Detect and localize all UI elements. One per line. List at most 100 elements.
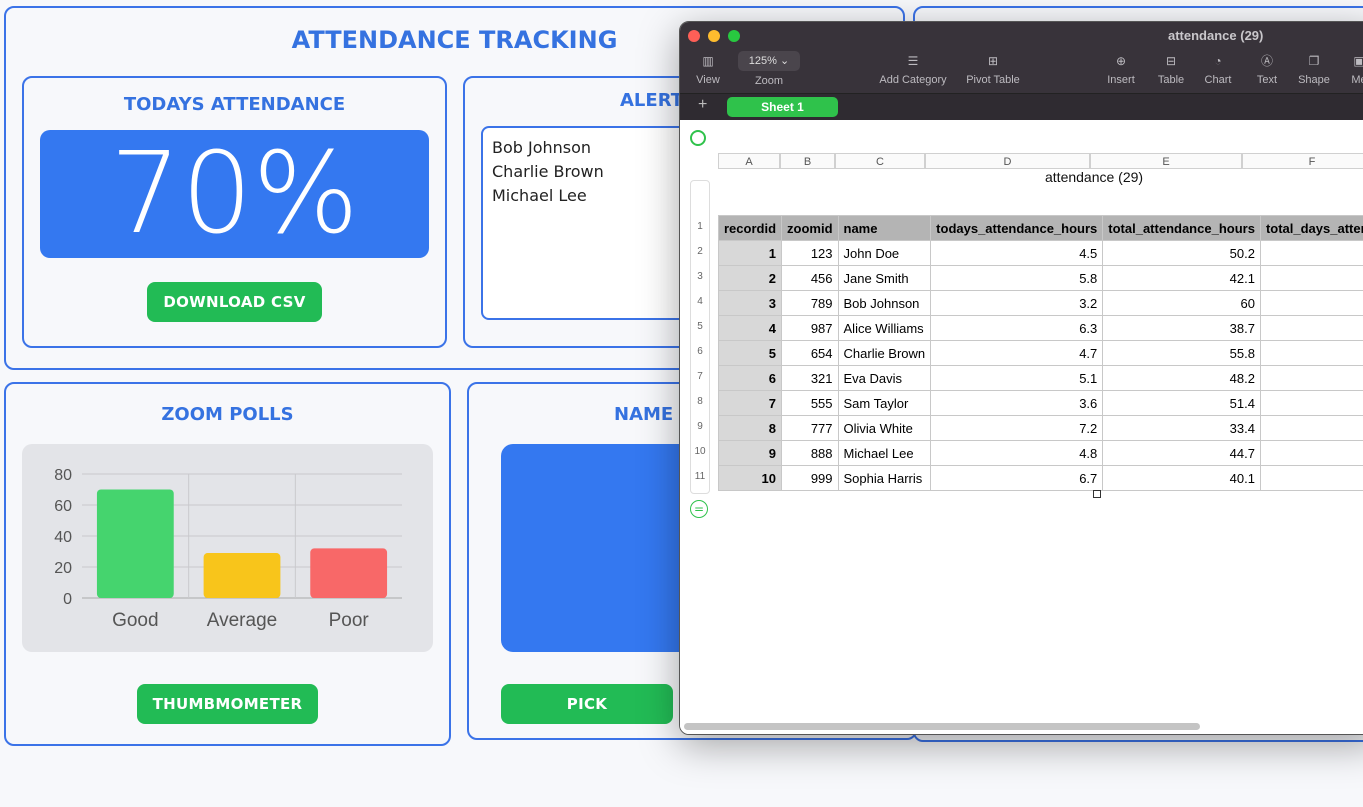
add-sheet-button[interactable]: + — [698, 96, 707, 114]
toolbar-zoom-control[interactable]: 125% ⌄ Zoom — [738, 51, 800, 87]
table-cell[interactable]: Sam Taylor — [837, 390, 932, 416]
table-cell[interactable]: 2 — [717, 265, 783, 291]
table-cell[interactable]: 987 — [781, 315, 839, 341]
row-header[interactable]: 9 — [690, 421, 710, 432]
table-cell[interactable]: 9 — [717, 440, 783, 466]
column-header-d[interactable]: D — [925, 153, 1090, 169]
toolbar-table-button[interactable]: ⊟ Table — [1154, 54, 1188, 86]
table-cell[interactable]: 33.4 — [1102, 415, 1261, 441]
table-cell[interactable]: 321 — [781, 365, 839, 391]
table-cell[interactable]: 10 — [717, 465, 783, 491]
header-cell[interactable]: total_days_attended — [1259, 215, 1363, 241]
row-header[interactable]: 11 — [690, 471, 710, 482]
zoom-select[interactable]: 125% ⌄ — [738, 51, 800, 71]
table-cell[interactable]: Olivia White — [837, 415, 932, 441]
table-cell[interactable]: 5.1 — [930, 365, 1104, 391]
row-header[interactable]: 8 — [690, 396, 710, 407]
toolbar-add-category-button[interactable]: ☰ Add Category — [876, 54, 950, 86]
table-cell[interactable]: 42.1 — [1102, 265, 1261, 291]
column-header-e[interactable]: E — [1090, 153, 1242, 169]
table-cell[interactable]: 777 — [781, 415, 839, 441]
toolbar-text-button[interactable]: Ⓐ Text — [1250, 54, 1284, 86]
row-header[interactable]: 5 — [690, 321, 710, 332]
table-cell[interactable]: Eva Davis — [837, 365, 932, 391]
table-cell[interactable]: 8 — [717, 415, 783, 441]
table-cell[interactable]: 25 — [1259, 465, 1363, 491]
table-cell[interactable]: 51.4 — [1102, 390, 1261, 416]
toolbar-chart-button[interactable]: ◔ Chart — [1200, 54, 1236, 86]
table-cell[interactable]: 55.8 — [1102, 340, 1261, 366]
table-title[interactable]: attendance (29) — [1045, 169, 1143, 185]
table-cell[interactable]: 456 — [781, 265, 839, 291]
table-cell[interactable]: 789 — [781, 290, 839, 316]
row-header[interactable]: 3 — [690, 271, 710, 282]
table-cell[interactable]: 6 — [717, 365, 783, 391]
header-cell[interactable]: todays_attendance_hours — [930, 215, 1104, 241]
table-cell[interactable]: 7 — [717, 390, 783, 416]
zoom-window-button[interactable] — [728, 30, 740, 42]
table-cell[interactable]: 1 — [717, 240, 783, 266]
attendance-table[interactable]: recordid zoomid name todays_attendance_h… — [717, 215, 1363, 491]
table-cell[interactable]: 60 — [1102, 290, 1261, 316]
add-row-button[interactable]: = — [690, 500, 708, 518]
table-cell[interactable]: 50.2 — [1102, 240, 1261, 266]
header-cell[interactable]: zoomid — [781, 215, 839, 241]
table-cell[interactable]: 3 — [717, 290, 783, 316]
download-csv-button[interactable]: DOWNLOAD CSV — [147, 282, 322, 322]
table-cell[interactable]: John Doe — [837, 240, 932, 266]
table-cell[interactable]: 5 — [717, 340, 783, 366]
table-cell[interactable]: 6.7 — [930, 465, 1104, 491]
table-cell[interactable]: 40.1 — [1102, 465, 1261, 491]
row-header[interactable]: 1 — [690, 221, 710, 232]
toolbar-shape-button[interactable]: ❐ Shape — [1294, 54, 1334, 86]
table-cell[interactable]: 7.2 — [930, 415, 1104, 441]
thumbmometer-button[interactable]: THUMBMOMETER — [137, 684, 318, 724]
row-header[interactable]: 4 — [690, 296, 710, 307]
toolbar-pivot-table-button[interactable]: ⊞ Pivot Table — [962, 54, 1024, 86]
table-cell[interactable]: 3.6 — [930, 390, 1104, 416]
column-header-c[interactable]: C — [835, 153, 925, 169]
table-cell[interactable]: Jane Smith — [837, 265, 932, 291]
table-cell[interactable]: 29 — [1259, 365, 1363, 391]
table-cell[interactable]: 4.7 — [930, 340, 1104, 366]
table-cell[interactable]: Michael Lee — [837, 440, 932, 466]
select-all-icon[interactable] — [690, 130, 706, 146]
header-cell[interactable]: recordid — [717, 215, 783, 241]
table-cell[interactable]: 28 — [1259, 265, 1363, 291]
header-cell[interactable]: total_attendance_hours — [1102, 215, 1261, 241]
pick-button[interactable]: PICK — [501, 684, 673, 724]
table-cell[interactable]: 26 — [1259, 315, 1363, 341]
table-cell[interactable]: 654 — [781, 340, 839, 366]
table-cell[interactable]: 555 — [781, 390, 839, 416]
table-cell[interactable]: 4.5 — [930, 240, 1104, 266]
table-cell[interactable]: Sophia Harris — [837, 465, 932, 491]
table-cell[interactable]: 5.8 — [930, 265, 1104, 291]
row-header[interactable]: 10 — [690, 446, 710, 457]
table-cell[interactable]: 38.7 — [1102, 315, 1261, 341]
table-cell[interactable]: Bob Johnson — [837, 290, 932, 316]
row-header[interactable]: 6 — [690, 346, 710, 357]
table-cell[interactable]: 4.8 — [930, 440, 1104, 466]
table-cell[interactable]: 999 — [781, 465, 839, 491]
toolbar-media-button[interactable]: ▣ Me — [1344, 54, 1363, 86]
column-header-f[interactable]: F — [1242, 153, 1363, 169]
table-cell[interactable]: Alice Williams — [837, 315, 932, 341]
row-header[interactable]: 7 — [690, 371, 710, 382]
column-header-b[interactable]: B — [780, 153, 835, 169]
table-cell[interactable]: 22 — [1259, 415, 1363, 441]
tab-sheet-1[interactable]: Sheet 1 — [727, 97, 838, 117]
minimize-window-button[interactable] — [708, 30, 720, 42]
table-cell[interactable]: 48.2 — [1102, 365, 1261, 391]
table-cell[interactable]: 30 — [1259, 240, 1363, 266]
toolbar-insert-button[interactable]: ⊕ Insert — [1102, 54, 1140, 86]
table-cell[interactable]: 44.7 — [1102, 440, 1261, 466]
toolbar-view-button[interactable]: ▥ View — [690, 54, 726, 86]
table-cell[interactable]: Charlie Brown — [837, 340, 932, 366]
table-cell[interactable]: 31 — [1259, 390, 1363, 416]
close-window-button[interactable] — [688, 30, 700, 42]
table-cell[interactable]: 4 — [717, 315, 783, 341]
row-header[interactable]: 2 — [690, 246, 710, 257]
resize-handle[interactable] — [1093, 490, 1101, 498]
table-cell[interactable]: 888 — [781, 440, 839, 466]
horizontal-scrollbar[interactable] — [684, 723, 1200, 730]
